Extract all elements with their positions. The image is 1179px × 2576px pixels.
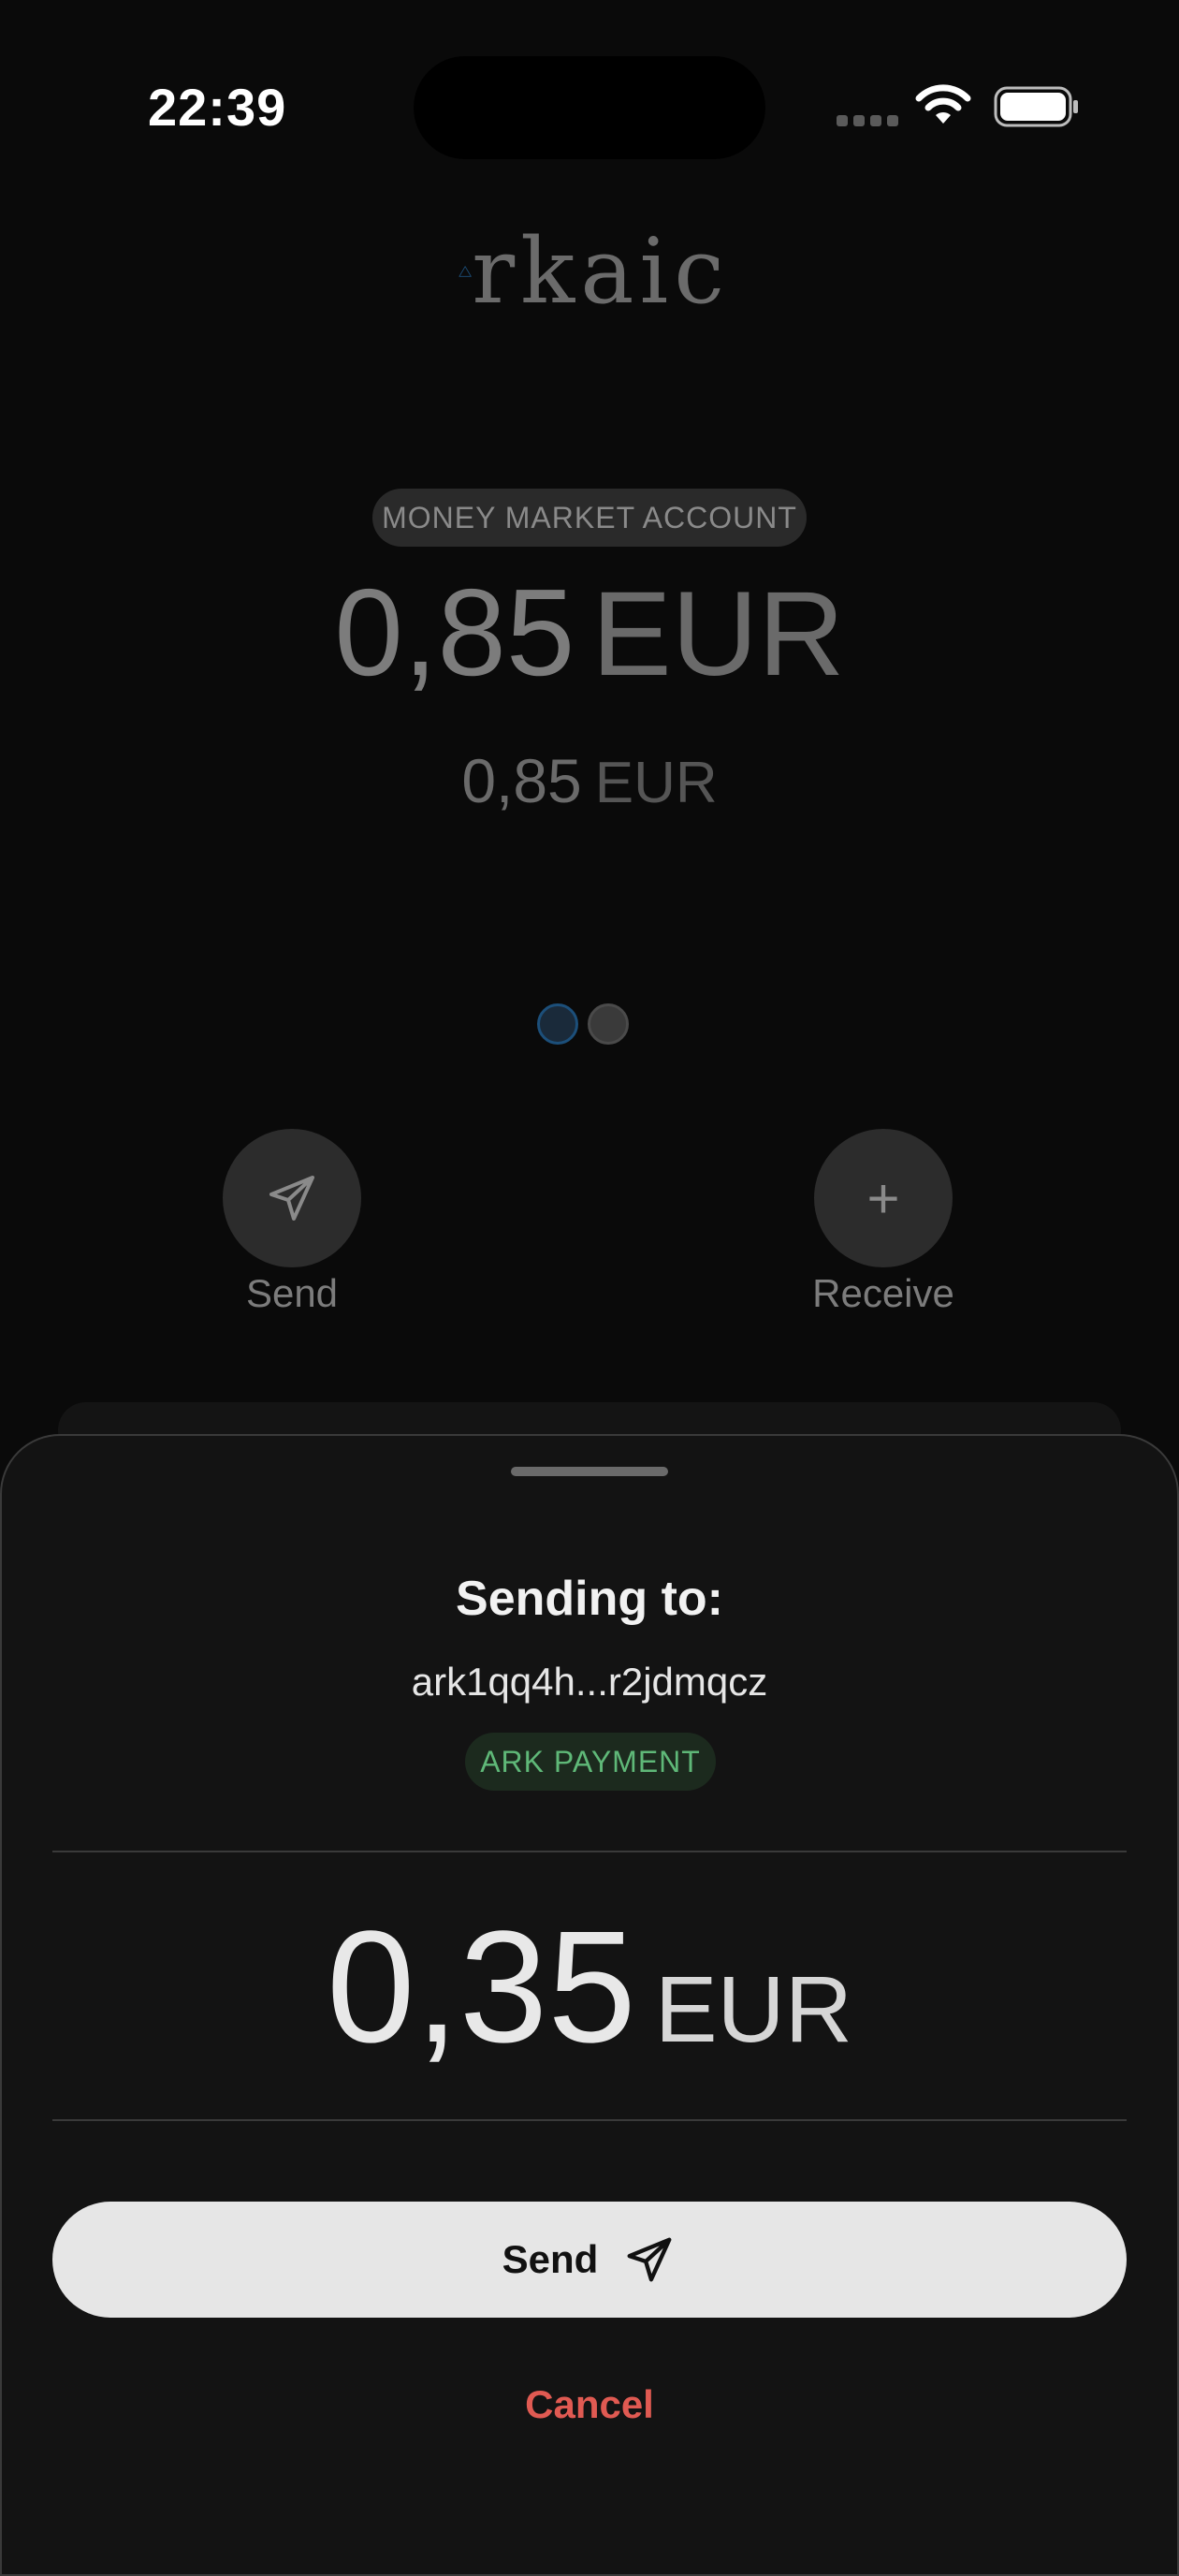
- recipient-address: ark1qq4h...r2jdmqcz: [411, 1660, 768, 1704]
- triangle-logo-icon: [458, 266, 472, 277]
- page-indicator: [537, 1003, 629, 1045]
- send-button-label: Send: [502, 2237, 599, 2281]
- account-type-badge: MONEY MARKET ACCOUNT: [372, 489, 807, 547]
- logo-text: rkaic: [472, 219, 730, 324]
- page-dot-active[interactable]: [537, 1003, 578, 1045]
- send-action-label: Send: [245, 1271, 339, 1315]
- balance-value: 0,85: [334, 564, 575, 701]
- cancel-button[interactable]: Cancel: [0, 2382, 1179, 2427]
- receive-action-label: Receive: [812, 1271, 954, 1315]
- amount-currency: EUR: [654, 1957, 852, 2062]
- wallet-home-screen: rkaic MONEY MARKET ACCOUNT 0,85 EUR 0,85 E…: [0, 0, 1179, 1458]
- secondary-balance: 0,85 EUR: [0, 745, 1179, 816]
- receive-action-button[interactable]: +: [814, 1129, 953, 1267]
- sub-balance-currency: EUR: [594, 751, 718, 815]
- payment-type-badge: ARK PAYMENT: [465, 1733, 716, 1791]
- sheet-grabber[interactable]: [511, 1467, 668, 1476]
- amount-value: 0,35: [326, 1898, 636, 2076]
- send-action-button[interactable]: [223, 1129, 361, 1267]
- divider-top: [52, 1851, 1127, 1852]
- paper-plane-icon: [269, 1176, 314, 1221]
- page-dot-inactive[interactable]: [588, 1003, 629, 1045]
- main-balance: 0,85 EUR: [0, 562, 1179, 703]
- plus-icon: +: [866, 1166, 900, 1230]
- divider-bottom: [52, 2119, 1127, 2121]
- send-amount: 0,35 EUR: [0, 1895, 1179, 2079]
- paper-plane-icon: [627, 2237, 672, 2282]
- arkaic-logo: rkaic: [458, 219, 730, 324]
- receive-action[interactable]: +: [814, 1129, 953, 1267]
- sub-balance-value: 0,85: [461, 746, 582, 815]
- send-action[interactable]: [223, 1129, 361, 1267]
- send-button[interactable]: Send: [52, 2202, 1127, 2318]
- sheet-title: Sending to:: [456, 1572, 723, 1626]
- balance-currency: EUR: [591, 567, 845, 701]
